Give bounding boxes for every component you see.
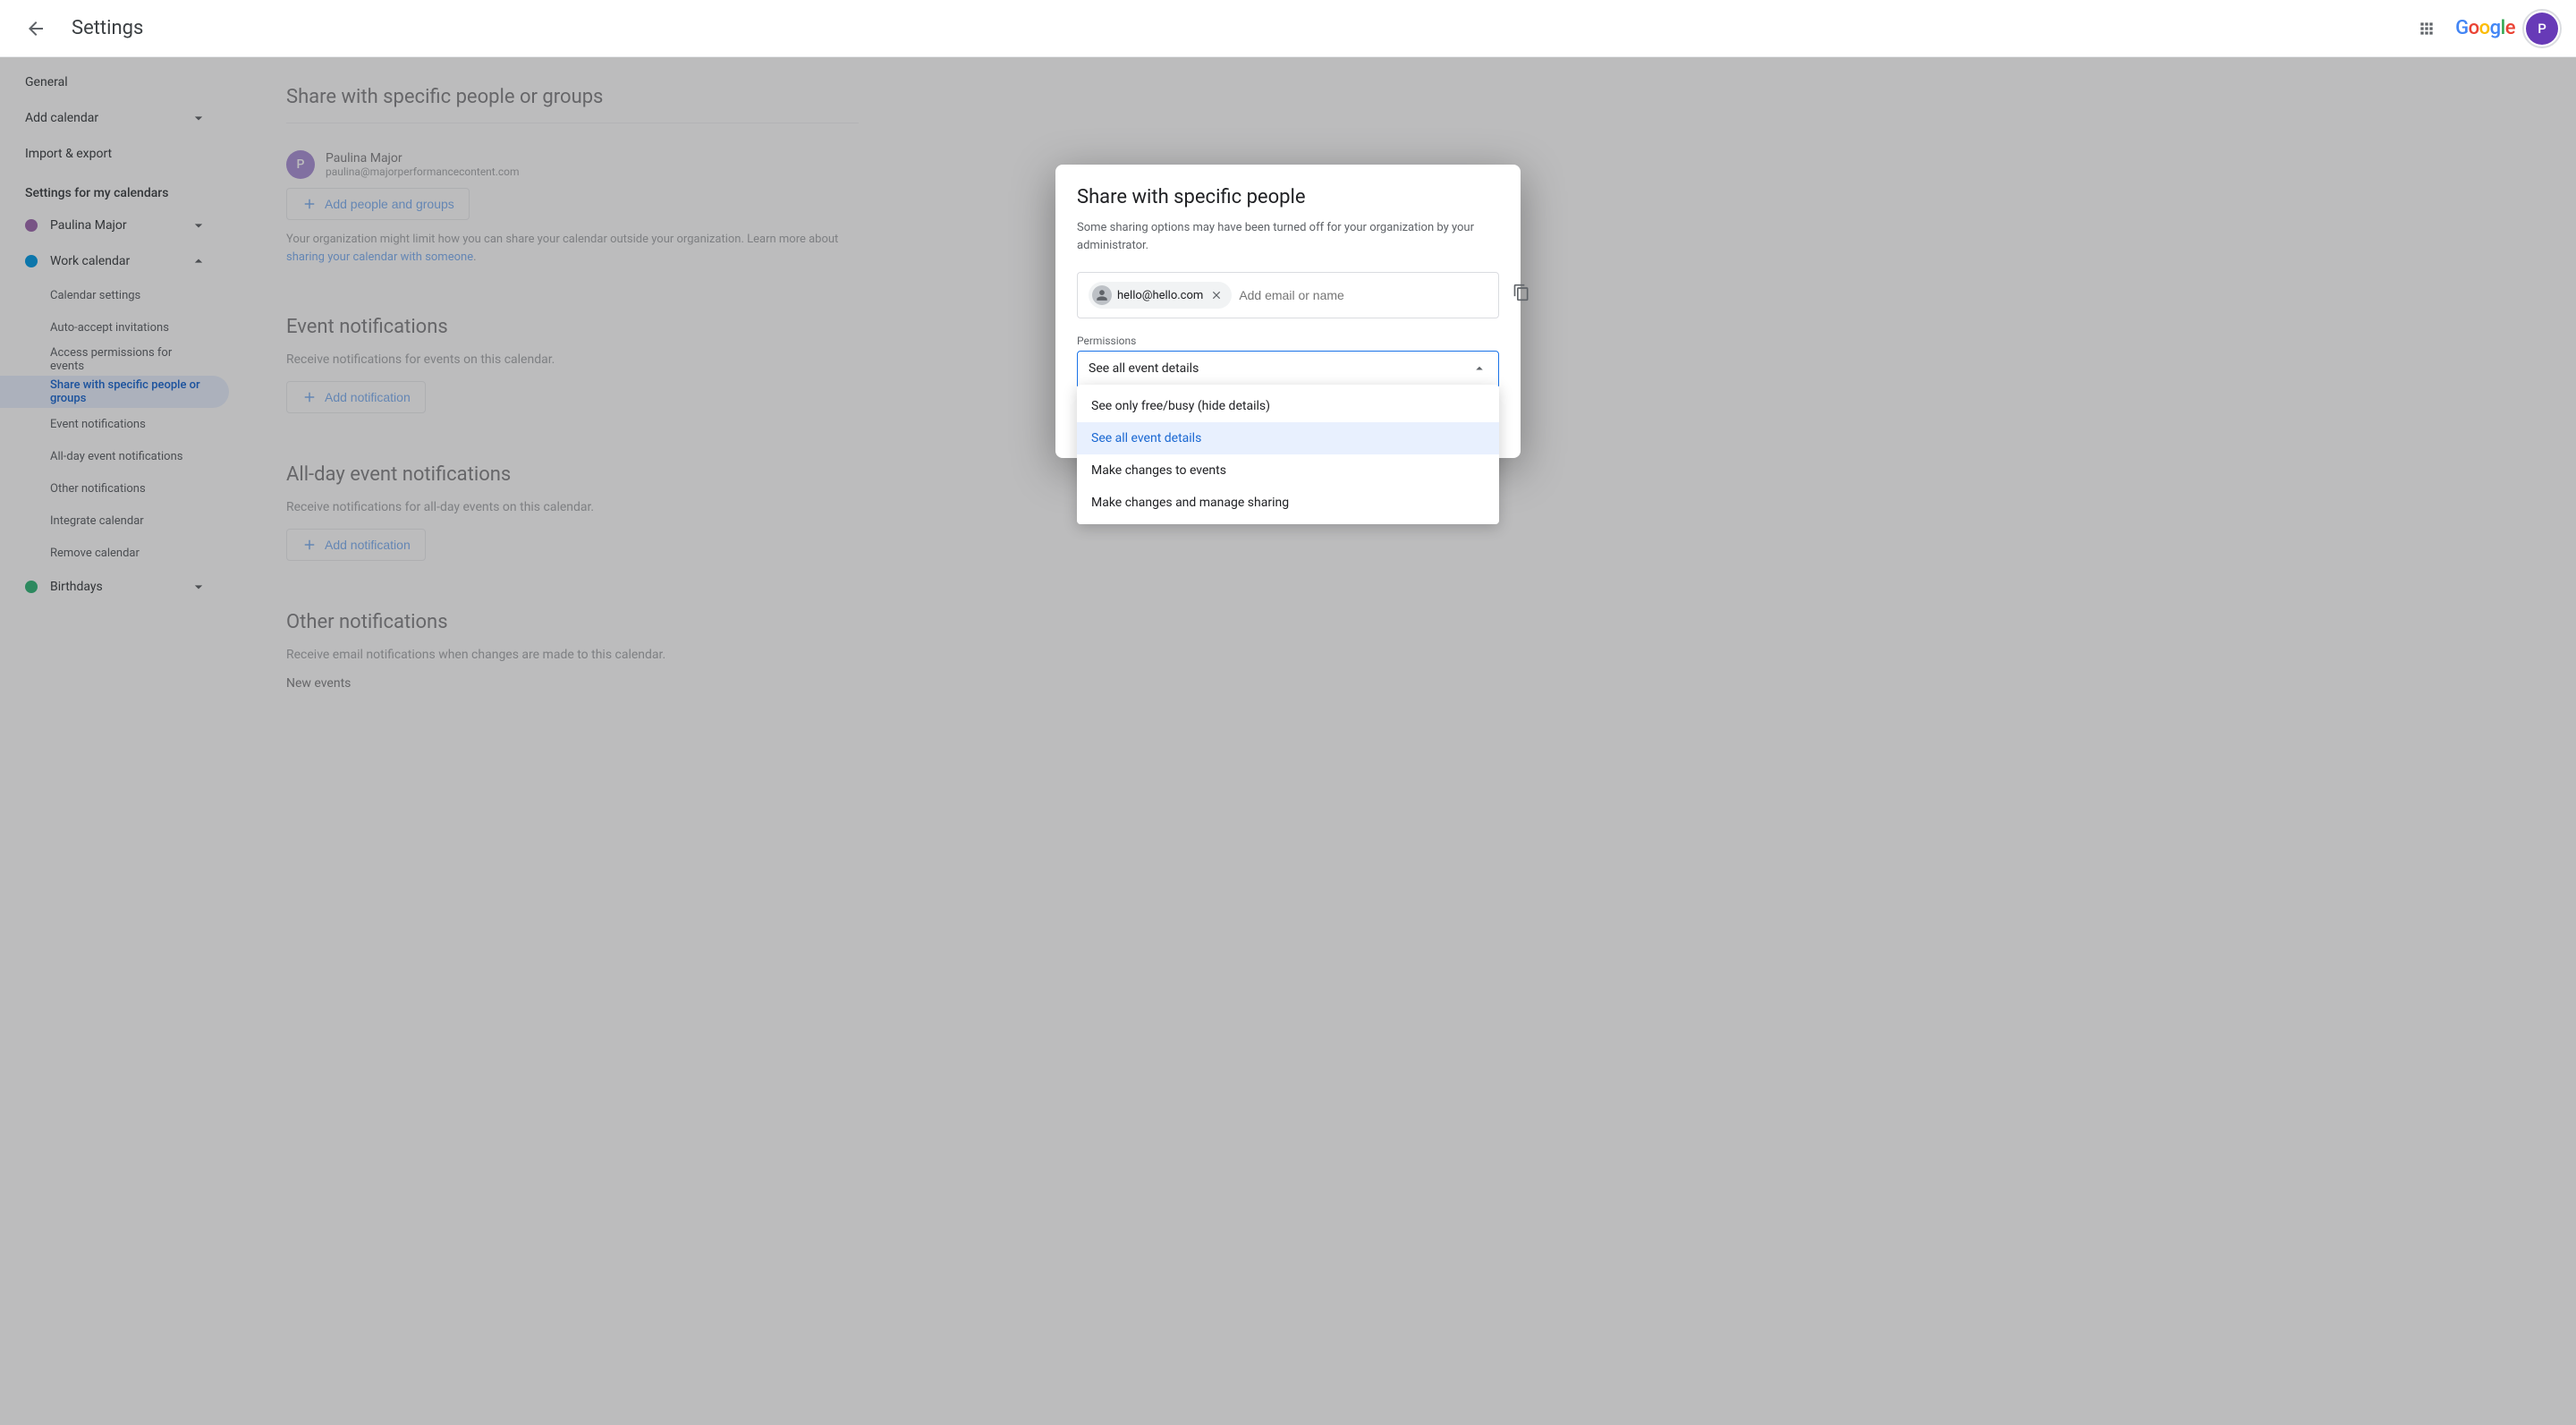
perm-option-all-details[interactable]: See all event details bbox=[1077, 422, 1499, 454]
apps-button[interactable] bbox=[2405, 7, 2448, 50]
back-button[interactable] bbox=[14, 7, 57, 50]
perm-option-freebusy[interactable]: See only free/busy (hide details) bbox=[1077, 390, 1499, 422]
copy-icon bbox=[1513, 284, 1530, 301]
avatar-letter: P bbox=[2526, 13, 2558, 45]
chip-remove-button[interactable] bbox=[1208, 287, 1224, 303]
modal-title: Share with specific people bbox=[1077, 186, 1499, 208]
permissions-dropdown: See only free/busy (hide details) See al… bbox=[1077, 385, 1499, 524]
close-icon bbox=[1210, 289, 1223, 301]
recipients-input[interactable] bbox=[1239, 288, 1487, 302]
google-logo: Google bbox=[2455, 17, 2515, 39]
chip-email: hello@hello.com bbox=[1117, 289, 1203, 302]
topbar: Settings Google P bbox=[0, 0, 2576, 57]
person-icon bbox=[1092, 285, 1112, 305]
permissions-select[interactable]: See all event details See only free/busy… bbox=[1077, 351, 1499, 386]
apps-grid-icon bbox=[2418, 20, 2436, 38]
recipients-field[interactable]: hello@hello.com bbox=[1077, 272, 1499, 318]
perm-option-make-changes[interactable]: Make changes to events bbox=[1077, 454, 1499, 487]
modal-subtitle: Some sharing options may have been turne… bbox=[1077, 219, 1499, 254]
permissions-selected-value: See all event details bbox=[1089, 361, 1199, 376]
recipient-chip: hello@hello.com bbox=[1089, 282, 1232, 309]
dropdown-arrow-icon bbox=[1471, 360, 1487, 377]
account-avatar[interactable]: P bbox=[2522, 9, 2562, 48]
perm-option-manage-sharing[interactable]: Make changes and manage sharing bbox=[1077, 487, 1499, 519]
page-title: Settings bbox=[72, 17, 143, 39]
modal-scrim[interactable]: Share with specific people Some sharing … bbox=[0, 57, 2576, 1425]
permissions-label: Permissions bbox=[1077, 335, 1499, 347]
arrow-back-icon bbox=[25, 18, 47, 39]
share-modal: Share with specific people Some sharing … bbox=[1055, 165, 1521, 458]
